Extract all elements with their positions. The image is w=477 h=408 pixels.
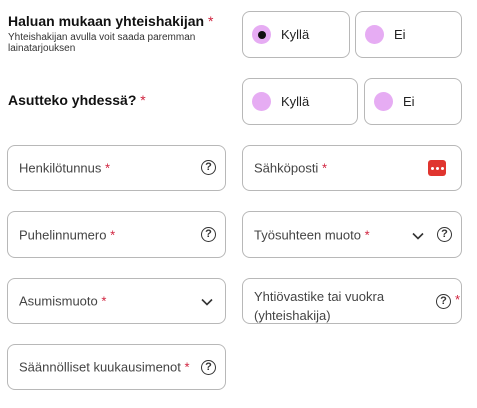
yhtiovastike-field[interactable]: Yhtiövastike tai vuokra (yhteishakija) ?… (242, 278, 462, 324)
radio-live-together-no[interactable]: Ei (364, 78, 462, 125)
chevron-down-icon[interactable] (201, 298, 213, 306)
radio-indicator (252, 92, 271, 111)
help-question-icon[interactable]: ? (201, 360, 216, 375)
radio-label: Ei (394, 27, 406, 42)
sahkoposti-field[interactable]: Sähköposti * (242, 145, 462, 191)
henkilotunnus-label: Henkilötunnus * (19, 160, 111, 176)
saannolliset-label: Säännölliset kuukausimenot * (19, 359, 190, 375)
help-question-icon[interactable]: ? (436, 294, 451, 309)
sahkoposti-label: Sähköposti * (254, 160, 328, 176)
required-mark: * (184, 359, 190, 375)
radio-label: Kyllä (281, 27, 310, 42)
required-mark: * (454, 292, 460, 307)
required-mark: * (364, 227, 370, 242)
help-question-icon[interactable]: ? (437, 227, 452, 242)
more-dots-icon[interactable] (428, 160, 446, 176)
question-coapplicant: Haluan mukaan yhteishakijan * Yhteishaki… (8, 13, 233, 54)
asumismuoto-select[interactable]: Asumismuoto * (7, 278, 226, 324)
radio-live-together-yes[interactable]: Kyllä (242, 78, 358, 125)
yhtiovastike-label: Yhtiövastike tai vuokra (yhteishakija) (254, 289, 385, 323)
radio-label: Ei (403, 94, 415, 109)
saannolliset-kuukausimenot-field[interactable]: Säännölliset kuukausimenot * ? (7, 344, 226, 390)
tyosuhteen-muoto-label: Työsuhteen muoto * (254, 227, 370, 242)
chevron-down-icon[interactable] (412, 232, 424, 240)
question-live-together-label: Asutteko yhdessä? * (8, 92, 146, 108)
required-mark: * (105, 160, 111, 176)
tyosuhteen-muoto-select[interactable]: Työsuhteen muoto * ? (242, 211, 462, 258)
radio-label: Kyllä (281, 94, 310, 109)
required-mark: * (101, 293, 107, 309)
radio-indicator (365, 25, 384, 44)
question-coapplicant-label: Haluan mukaan yhteishakijan * (8, 13, 214, 29)
radio-coapplicant-no[interactable]: Ei (355, 11, 462, 58)
question-coapplicant-help: Yhteishakijan avulla voit saada paremman… (8, 32, 196, 54)
radio-coapplicant-yes[interactable]: Kyllä (242, 11, 350, 58)
henkilotunnus-field[interactable]: Henkilötunnus * ? (7, 145, 226, 191)
required-mark: * (140, 92, 146, 108)
help-question-icon[interactable]: ? (201, 227, 216, 242)
required-mark: * (207, 13, 214, 29)
required-mark: * (321, 160, 328, 176)
asumismuoto-label: Asumismuoto * (19, 293, 107, 309)
required-mark: * (110, 227, 116, 242)
puhelinnumero-field[interactable]: Puhelinnumero * ? (7, 211, 226, 258)
radio-indicator (374, 92, 393, 111)
puhelinnumero-label: Puhelinnumero * (19, 227, 116, 242)
help-question-icon[interactable]: ? (201, 160, 216, 175)
radio-selected-indicator (252, 25, 271, 44)
